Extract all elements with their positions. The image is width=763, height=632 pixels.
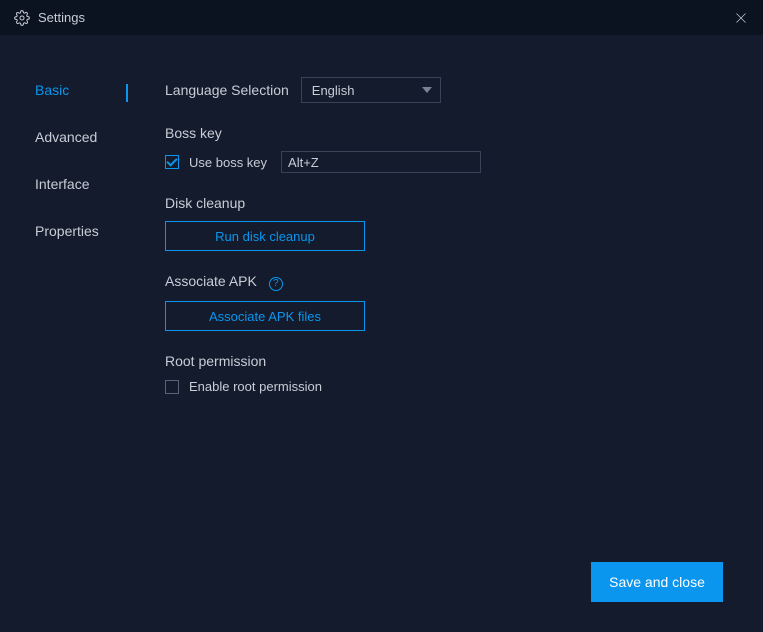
content: Basic Advanced Interface Properties Lang…: [0, 35, 763, 552]
root-row: Enable root permission: [165, 379, 733, 394]
gear-icon: [14, 10, 30, 26]
language-value: English: [312, 83, 355, 98]
language-row: Language Selection English: [165, 77, 733, 103]
button-label: Associate APK files: [209, 309, 321, 324]
nav-interface[interactable]: Interface: [0, 176, 135, 223]
nav-label: Properties: [35, 223, 99, 239]
bosskey-checkbox[interactable]: [165, 155, 179, 169]
nav-label: Interface: [35, 176, 89, 192]
diskcleanup-title: Disk cleanup: [165, 195, 733, 211]
close-icon[interactable]: [733, 10, 749, 26]
nav-basic[interactable]: Basic: [0, 82, 135, 129]
language-select[interactable]: English: [301, 77, 441, 103]
root-title: Root permission: [165, 353, 733, 369]
root-checkbox-label: Enable root permission: [189, 379, 322, 394]
save-and-close-button[interactable]: Save and close: [591, 562, 723, 602]
nav-properties[interactable]: Properties: [0, 223, 135, 270]
language-label: Language Selection: [165, 82, 289, 98]
main-panel: Language Selection English Boss key Use …: [135, 35, 763, 552]
titlebar: Settings: [0, 0, 763, 35]
associate-title-row: Associate APK ?: [165, 273, 733, 291]
nav-label: Basic: [35, 82, 69, 98]
body: Basic Advanced Interface Properties Lang…: [0, 35, 763, 632]
nav-advanced[interactable]: Advanced: [0, 129, 135, 176]
window-title: Settings: [38, 10, 85, 25]
button-label: Save and close: [609, 574, 705, 590]
bosskey-checkbox-label: Use boss key: [189, 155, 267, 170]
nav-label: Advanced: [35, 129, 97, 145]
associate-title: Associate APK: [165, 273, 257, 289]
bosskey-title: Boss key: [165, 125, 733, 141]
associate-apk-button[interactable]: Associate APK files: [165, 301, 365, 331]
bosskey-input-value: Alt+Z: [288, 155, 319, 170]
bosskey-row: Use boss key Alt+Z: [165, 151, 733, 173]
chevron-down-icon: [422, 87, 432, 93]
run-disk-cleanup-button[interactable]: Run disk cleanup: [165, 221, 365, 251]
root-checkbox[interactable]: [165, 380, 179, 394]
button-label: Run disk cleanup: [215, 229, 315, 244]
help-icon[interactable]: ?: [269, 277, 283, 291]
bosskey-input[interactable]: Alt+Z: [281, 151, 481, 173]
footer: Save and close: [0, 552, 763, 632]
sidebar: Basic Advanced Interface Properties: [0, 35, 135, 552]
